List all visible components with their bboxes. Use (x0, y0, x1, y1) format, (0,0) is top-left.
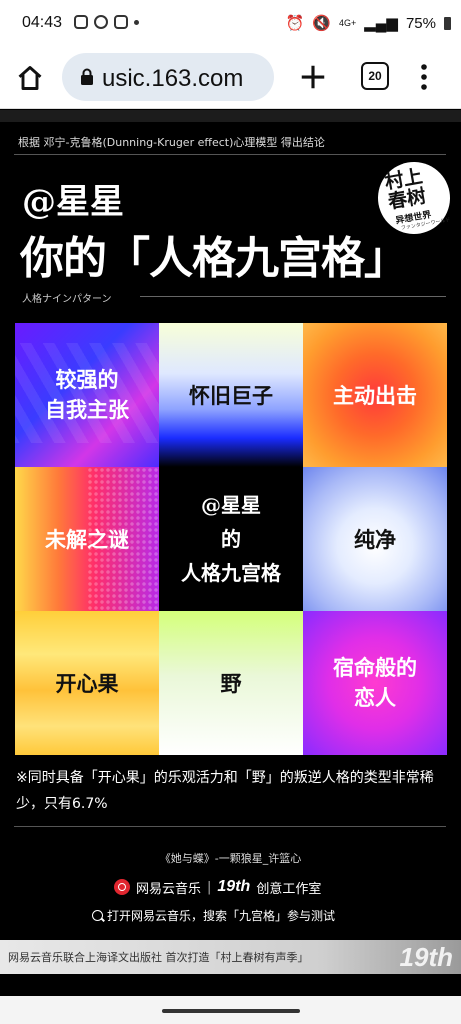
personality-grid: 较强的 自我主张 怀旧巨子 主动出击 未解之谜 @星星 的 人格九宫格 纯净 开… (15, 323, 447, 755)
new-tab-icon[interactable] (298, 62, 328, 92)
browser-toolbar: usic.163.com 20 (0, 48, 461, 109)
shop-icon (114, 15, 128, 29)
divider (14, 154, 446, 155)
web-content: 根据 邓宁-克鲁格(Dunning-Kruger effect)心理模型 得出结… (0, 110, 461, 996)
brand-studio: 创意工作室 (256, 881, 322, 897)
more-notifications-icon (134, 19, 139, 25)
grid-cell-label: 野 (220, 671, 242, 696)
divider (14, 826, 446, 827)
subtitle-rule (140, 296, 446, 297)
footer-text: 网易云音乐联合上海译文出版社 首次打造「村上春树有声季」 (8, 951, 309, 964)
footer-19th-logo: 19th (399, 942, 453, 972)
address-bar[interactable]: usic.163.com (62, 53, 274, 101)
grid-cell-label: 纯净 (354, 527, 396, 552)
grid-center-cell: @星星 的 人格九宫格 (159, 467, 303, 611)
status-bar: 04:43 ⏰ 🔇 4G+ ▂▄▆ 75% (0, 0, 461, 48)
brand-19th-logo: 19th (217, 878, 251, 895)
grid-center-label: @星星 的 人格九宫格 (181, 493, 281, 585)
line-icon (94, 15, 108, 29)
grid-cell: 未解之谜 (15, 467, 159, 611)
network-label: 4G+ (339, 18, 357, 28)
grid-cell-label: 开心果 (55, 671, 119, 696)
mute-icon: 🔇 (312, 15, 331, 32)
brand-separator: | (207, 879, 212, 895)
theory-line: 根据 邓宁-克鲁格(Dunning-Kruger effect)心理模型 得出结… (18, 136, 325, 149)
top-strip (0, 110, 461, 122)
grid-cell: 较强的 自我主张 (15, 323, 159, 467)
search-icon (92, 910, 103, 921)
grid-cell: 纯净 (303, 467, 447, 611)
signal-icon: ▂▄▆ (364, 15, 398, 32)
grid-cell-label: 未解之谜 (45, 527, 129, 552)
grid-cell-label: 较强的 自我主张 (45, 367, 129, 422)
netease-music-icon (114, 879, 130, 895)
system-icons: ⏰ 🔇 4G+ ▂▄▆ 75% (286, 14, 451, 32)
notification-icons (74, 15, 139, 29)
grid-cell-label: 怀旧巨子 (189, 383, 273, 408)
battery-text: 75% (405, 14, 436, 32)
grid-cell: 主动出击 (303, 323, 447, 467)
grid-cell: 开心果 (15, 611, 159, 755)
grid-cell: 野 (159, 611, 303, 755)
grid-cell-label: 主动出击 (333, 383, 417, 408)
url-text: usic.163.com (102, 65, 244, 92)
page-subtitle: 人格ナインパターン (22, 294, 112, 305)
grid-cell: 怀旧巨子 (159, 323, 303, 467)
search-hint-text: 打开网易云音乐，搜索「九宫格」参与测试 (107, 909, 336, 923)
grid-cell: 宿命般的 恋人 (303, 611, 447, 755)
status-time: 04:43 (22, 14, 63, 31)
search-hint: 打开网易云音乐，搜索「九宫格」参与测试 (92, 907, 335, 924)
brand-netease: 网易云音乐 (136, 881, 202, 897)
footer-banner[interactable]: 网易云音乐联合上海译文出版社 首次打造「村上春树有声季」 19th (0, 940, 461, 974)
battery-icon (444, 16, 451, 30)
song-credit: 《她与蝶》-一颗狼星_许篮心 (159, 852, 302, 865)
grid-cell-label: 宿命般的 恋人 (333, 655, 417, 710)
brand-line: 网易云音乐 | 19th 创意工作室 (114, 876, 321, 898)
page-title: 你的「人格九宫格」 (20, 233, 408, 284)
badge-title: 村上 春树 (383, 163, 449, 213)
system-nav-bar (0, 996, 461, 1024)
alarm-icon: ⏰ (285, 15, 305, 32)
username: @星星 (22, 182, 124, 222)
instagram-icon (74, 15, 88, 29)
lock-icon (81, 68, 93, 85)
tab-switcher-button[interactable]: 20 (361, 62, 389, 90)
rarity-note: ※同时具备「开心果」的乐观活力和「野」的叛逆人格的类型非常稀少，只有6.7% (16, 770, 434, 812)
gesture-handle[interactable] (162, 1009, 300, 1013)
more-menu-icon[interactable] (418, 62, 430, 92)
home-icon[interactable] (16, 64, 44, 92)
